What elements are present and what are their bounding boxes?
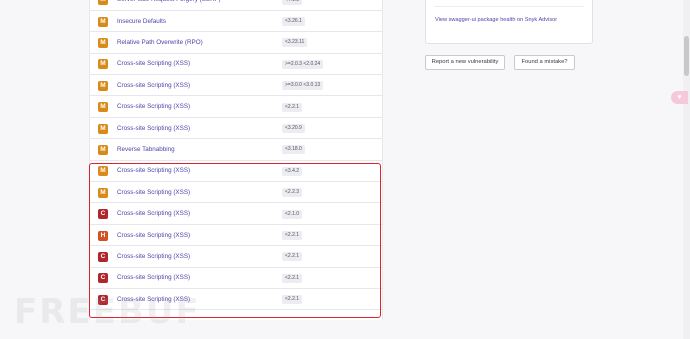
severity-badge: C bbox=[98, 209, 108, 220]
vulnerability-row[interactable]: M Cross-site Scripting (XSS) <3.20.9 bbox=[90, 118, 382, 140]
version-range-tag: <3.18.0 bbox=[282, 145, 305, 155]
vulnerability-link[interactable]: Cross-site Scripting (XSS) bbox=[117, 166, 190, 176]
vulnerability-link[interactable]: Cross-site Scripting (XSS) bbox=[117, 124, 190, 134]
severity-badge: M bbox=[98, 166, 108, 177]
found-mistake-button[interactable]: Found a mistake? bbox=[514, 55, 575, 70]
vulnerability-link[interactable]: Insecure Defaults bbox=[117, 17, 166, 27]
report-vulnerability-button[interactable]: Report a new vulnerability bbox=[425, 55, 505, 70]
vulnerability-link[interactable]: Cross-site Scripting (XSS) bbox=[117, 231, 190, 241]
package-health-card: View swagger-ui package health on Snyk A… bbox=[425, 0, 593, 44]
severity-badge: M bbox=[98, 37, 108, 48]
vulnerability-link[interactable]: Relative Path Overwrite (RPO) bbox=[117, 38, 203, 48]
card-divider bbox=[434, 6, 584, 7]
version-range-tag: <2.2.1 bbox=[282, 273, 303, 283]
version-range-tag: <2.2.1 bbox=[282, 102, 303, 112]
floating-tool-icon[interactable]: ♥ bbox=[671, 91, 688, 104]
version-range-tag: <2.2.1 bbox=[282, 295, 303, 305]
vulnerability-row[interactable]: M Insecure Defaults <3.26.1 bbox=[90, 11, 382, 33]
version-range-tag: <2.2.1 bbox=[282, 231, 303, 241]
severity-badge: C bbox=[98, 251, 108, 262]
version-range-tag: <3.26.1 bbox=[282, 17, 305, 27]
severity-badge: M bbox=[98, 187, 108, 198]
vulnerability-row[interactable]: M Cross-site Scripting (XSS) >=2.0.3 <2.0.… bbox=[90, 54, 382, 76]
version-range-tag: <3.20.9 bbox=[282, 124, 305, 134]
version-range-tag: <3.23.11 bbox=[282, 38, 308, 48]
severity-badge: M bbox=[98, 123, 108, 134]
vulnerability-link[interactable]: Cross-site Scripting (XSS) bbox=[117, 188, 190, 198]
watermark-logo: FREEBUF bbox=[14, 292, 201, 332]
vulnerability-table: M Server-side Request Forgery (SSRF) <4.1.… bbox=[89, 0, 383, 320]
vulnerability-row[interactable]: M Server-side Request Forgery (SSRF) <4.1.… bbox=[90, 0, 382, 11]
severity-badge: H bbox=[98, 230, 108, 241]
vulnerability-link[interactable]: Cross-site Scripting (XSS) bbox=[117, 209, 190, 219]
severity-badge: M bbox=[98, 144, 108, 155]
version-range-tag: >=2.0.3 <2.0.24 bbox=[282, 59, 324, 69]
version-range-tag: <2.2.1 bbox=[282, 252, 303, 262]
vulnerability-row[interactable]: M Relative Path Overwrite (RPO) <3.23.11 bbox=[90, 32, 382, 54]
version-range-tag: >=3.0.0 <3.0.13 bbox=[282, 81, 324, 91]
scrollbar[interactable] bbox=[683, 0, 690, 339]
vulnerability-row[interactable]: M Reverse Tabnabbing <3.18.0 bbox=[90, 139, 382, 161]
vulnerability-row[interactable]: M Cross-site Scripting (XSS) >=3.0.0 <3.0.… bbox=[90, 75, 382, 97]
severity-badge: M bbox=[98, 16, 108, 27]
vulnerability-row[interactable]: C Cross-site Scripting (XSS) <2.2.1 bbox=[90, 246, 382, 268]
vulnerability-row[interactable]: H Cross-site Scripting (XSS) <2.2.1 bbox=[90, 225, 382, 247]
package-health-link[interactable]: View swagger-ui package health on Snyk A… bbox=[435, 17, 557, 23]
severity-badge: M bbox=[98, 102, 108, 113]
vulnerability-row[interactable]: M Cross-site Scripting (XSS) <3.4.2 bbox=[90, 161, 382, 183]
vulnerability-link[interactable]: Cross-site Scripting (XSS) bbox=[117, 273, 190, 283]
vulnerability-row[interactable]: M Cross-site Scripting (XSS) <2.2.3 bbox=[90, 182, 382, 204]
version-range-tag: <3.4.2 bbox=[282, 166, 303, 176]
vulnerability-row[interactable]: M Cross-site Scripting (XSS) <2.2.1 bbox=[90, 97, 382, 118]
severity-badge: M bbox=[98, 59, 108, 70]
vulnerability-link[interactable]: Cross-site Scripting (XSS) bbox=[117, 59, 190, 69]
vulnerability-link[interactable]: Cross-site Scripting (XSS) bbox=[117, 81, 190, 91]
vulnerability-link[interactable]: Cross-site Scripting (XSS) bbox=[117, 252, 190, 262]
vulnerability-row[interactable]: C Cross-site Scripting (XSS) <2.2.1 bbox=[90, 268, 382, 290]
severity-badge: M bbox=[98, 80, 108, 91]
severity-badge: C bbox=[98, 273, 108, 284]
scrollbar-thumb[interactable] bbox=[684, 36, 689, 76]
version-range-tag: <2.2.3 bbox=[282, 188, 303, 198]
version-range-tag: <4.1.3 bbox=[282, 0, 303, 5]
vulnerability-link[interactable]: Server-side Request Forgery (SSRF) bbox=[117, 0, 221, 5]
severity-badge: M bbox=[98, 0, 108, 6]
vulnerability-row[interactable]: C Cross-site Scripting (XSS) <2.1.0 bbox=[90, 204, 382, 225]
vulnerability-link[interactable]: Cross-site Scripting (XSS) bbox=[117, 102, 190, 112]
vulnerability-link[interactable]: Reverse Tabnabbing bbox=[117, 145, 175, 155]
version-range-tag: <2.1.0 bbox=[282, 209, 303, 219]
